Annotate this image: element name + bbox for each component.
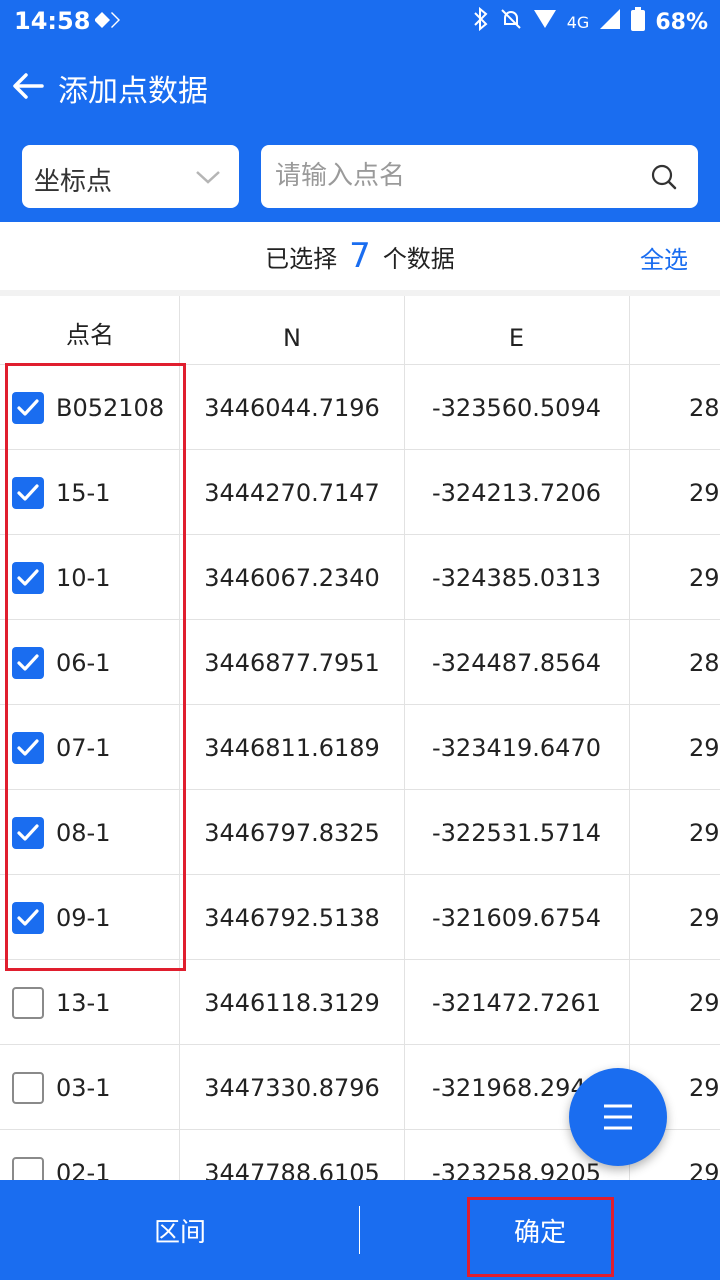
e-value: -322531.5714 — [432, 818, 601, 847]
status-time: 14:58 — [14, 7, 91, 35]
h-value: 290 — [689, 563, 720, 592]
point-name-cell[interactable]: 02-1 — [0, 1130, 180, 1180]
selected-suffix: 个数据 — [382, 244, 455, 273]
n-value: 3444270.7147 — [204, 478, 380, 507]
range-button[interactable]: 区间 — [0, 1180, 360, 1280]
n-value: 3446067.2340 — [204, 563, 380, 592]
filter-bar: 坐标点 — [0, 132, 720, 222]
h-value: 290 — [689, 733, 720, 762]
table-row[interactable]: 13-1 3446118.3129 -321472.7261 294 — [0, 960, 720, 1045]
n-value: 3446797.8325 — [204, 818, 380, 847]
h-value: 289 — [689, 648, 720, 677]
e-value: -321609.6754 — [432, 903, 601, 932]
h-value: 290 — [689, 478, 720, 507]
point-name: 02-1 — [56, 1158, 111, 1181]
checkbox-unchecked-icon[interactable] — [12, 1071, 44, 1104]
n-value: 3447330.8796 — [204, 1073, 380, 1102]
h-value: 294 — [689, 903, 720, 932]
e-value: -321472.7261 — [432, 988, 601, 1017]
h-value: 294 — [689, 988, 720, 1017]
e-value: -324213.7206 — [432, 478, 601, 507]
column-header-name: 点名 — [66, 320, 114, 349]
h-value: 288 — [689, 393, 720, 422]
n-value: 3446792.5138 — [204, 903, 380, 932]
mute-bell-icon — [499, 7, 523, 37]
column-header-h — [629, 296, 720, 364]
highlight-confirm-button — [467, 1197, 614, 1277]
chevron-down-icon — [194, 169, 222, 189]
column-divider — [629, 296, 630, 1180]
bluetooth-icon — [473, 6, 489, 37]
n-value: 3447788.6105 — [204, 1158, 380, 1181]
battery-level: 68% — [655, 9, 708, 35]
n-value: 3446811.6189 — [204, 733, 380, 762]
status-bar: 14:58 4G 68% — [0, 0, 720, 44]
selected-count: 7 — [349, 236, 371, 276]
e-value: -324385.0313 — [432, 563, 601, 592]
highlight-selected-rows — [5, 363, 186, 971]
cell-signal-icon — [599, 8, 621, 36]
column-divider — [404, 296, 405, 1180]
point-type-dropdown[interactable]: 坐标点 — [22, 145, 239, 208]
search-icon[interactable] — [650, 163, 678, 195]
diamond-icon — [94, 10, 121, 34]
network-type: 4G — [566, 12, 590, 32]
point-name: 13-1 — [56, 988, 111, 1017]
column-header-n: N — [283, 324, 301, 352]
column-header-e: E — [508, 324, 525, 352]
selection-bar: 已选择 7 个数据 全选 — [0, 222, 720, 290]
n-value: 3446118.3129 — [204, 988, 380, 1017]
select-all-button[interactable]: 全选 — [640, 240, 688, 275]
e-value: -323560.5094 — [432, 393, 601, 422]
page-title: 添加点数据 — [58, 74, 208, 109]
search-box — [261, 145, 698, 208]
point-name: 03-1 — [56, 1073, 111, 1102]
menu-fab-button[interactable] — [569, 1068, 667, 1166]
table-header: 点名 N E — [0, 296, 720, 364]
e-value: -324487.8564 — [432, 648, 601, 677]
checkbox-unchecked-icon[interactable] — [12, 1156, 44, 1180]
signal-icon — [533, 8, 557, 36]
back-arrow-icon[interactable] — [10, 68, 46, 108]
battery-icon — [631, 7, 646, 37]
checkbox-unchecked-icon[interactable] — [12, 986, 44, 1019]
point-name-cell[interactable]: 13-1 — [0, 960, 180, 1045]
point-name-cell[interactable]: 03-1 — [0, 1045, 180, 1130]
point-type-label: 坐标点 — [34, 167, 113, 197]
menu-icon — [604, 1104, 632, 1130]
app-bar: 添加点数据 — [0, 44, 720, 132]
n-value: 3446044.7196 — [204, 393, 380, 422]
search-input[interactable] — [275, 157, 635, 195]
e-value: -323419.6470 — [432, 733, 601, 762]
h-value: 292 — [689, 818, 720, 847]
n-value: 3446877.7951 — [204, 648, 380, 677]
selected-prefix: 已选择 — [265, 244, 338, 273]
